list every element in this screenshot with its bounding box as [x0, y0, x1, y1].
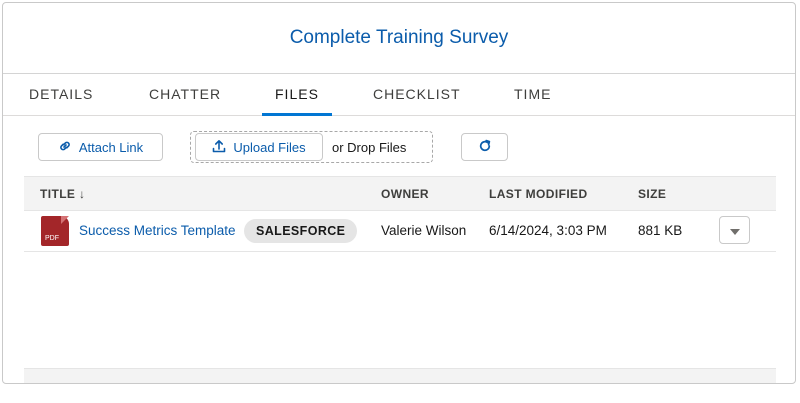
- pdf-icon-label: PDF: [45, 235, 59, 242]
- source-badge: SALESFORCE: [244, 219, 358, 243]
- file-last-modified: 6/14/2024, 3:03 PM: [489, 223, 607, 238]
- table-header: TITLE ↓ OWNER LAST MODIFIED SIZE: [24, 176, 776, 211]
- tab-bar: DETAILS CHATTER FILES CHECKLIST TIME: [3, 74, 795, 116]
- chevron-down-icon: [729, 223, 740, 238]
- pdf-file-icon: PDF: [41, 216, 69, 246]
- card-header: Complete Training Survey: [3, 3, 795, 74]
- column-last-modified[interactable]: LAST MODIFIED: [489, 187, 588, 201]
- tab-chatter[interactable]: CHATTER: [149, 74, 221, 114]
- upload-files-button[interactable]: Upload Files: [195, 133, 323, 161]
- row-actions-button[interactable]: [719, 216, 750, 244]
- page-title: Complete Training Survey: [289, 27, 509, 48]
- attach-link-button[interactable]: Attach Link: [38, 133, 163, 161]
- file-drop-zone[interactable]: Upload Files or Drop Files: [190, 131, 433, 163]
- refresh-button[interactable]: [461, 133, 508, 161]
- files-table: TITLE ↓ OWNER LAST MODIFIED SIZE PDF Suc…: [24, 176, 776, 252]
- file-size: 881 KB: [638, 223, 683, 238]
- tab-details[interactable]: DETAILS: [29, 74, 93, 114]
- file-owner: Valerie Wilson: [381, 223, 467, 238]
- pdf-fold: [61, 216, 69, 224]
- table-row: PDF Success Metrics Template SALESFORCE …: [24, 211, 776, 252]
- attach-link-label: Attach Link: [78, 139, 144, 155]
- refresh-icon: [478, 139, 492, 156]
- files-toolbar: Attach Link Upload Files or Drop Files: [3, 131, 795, 163]
- table-footer: [24, 368, 776, 383]
- tab-checklist[interactable]: CHECKLIST: [373, 74, 461, 114]
- upload-icon: [212, 139, 226, 156]
- link-icon: [58, 139, 72, 156]
- column-title[interactable]: TITLE ↓: [40, 187, 85, 201]
- file-title-link[interactable]: Success Metrics Template: [79, 223, 236, 238]
- tab-files[interactable]: FILES: [262, 74, 332, 116]
- tab-time[interactable]: TIME: [514, 74, 551, 114]
- upload-files-label: Upload Files: [233, 139, 306, 155]
- column-owner[interactable]: OWNER: [381, 187, 429, 201]
- column-size[interactable]: SIZE: [638, 187, 666, 201]
- drop-files-text: or Drop Files: [332, 140, 407, 155]
- files-card: Complete Training Survey DETAILS CHATTER…: [2, 2, 796, 384]
